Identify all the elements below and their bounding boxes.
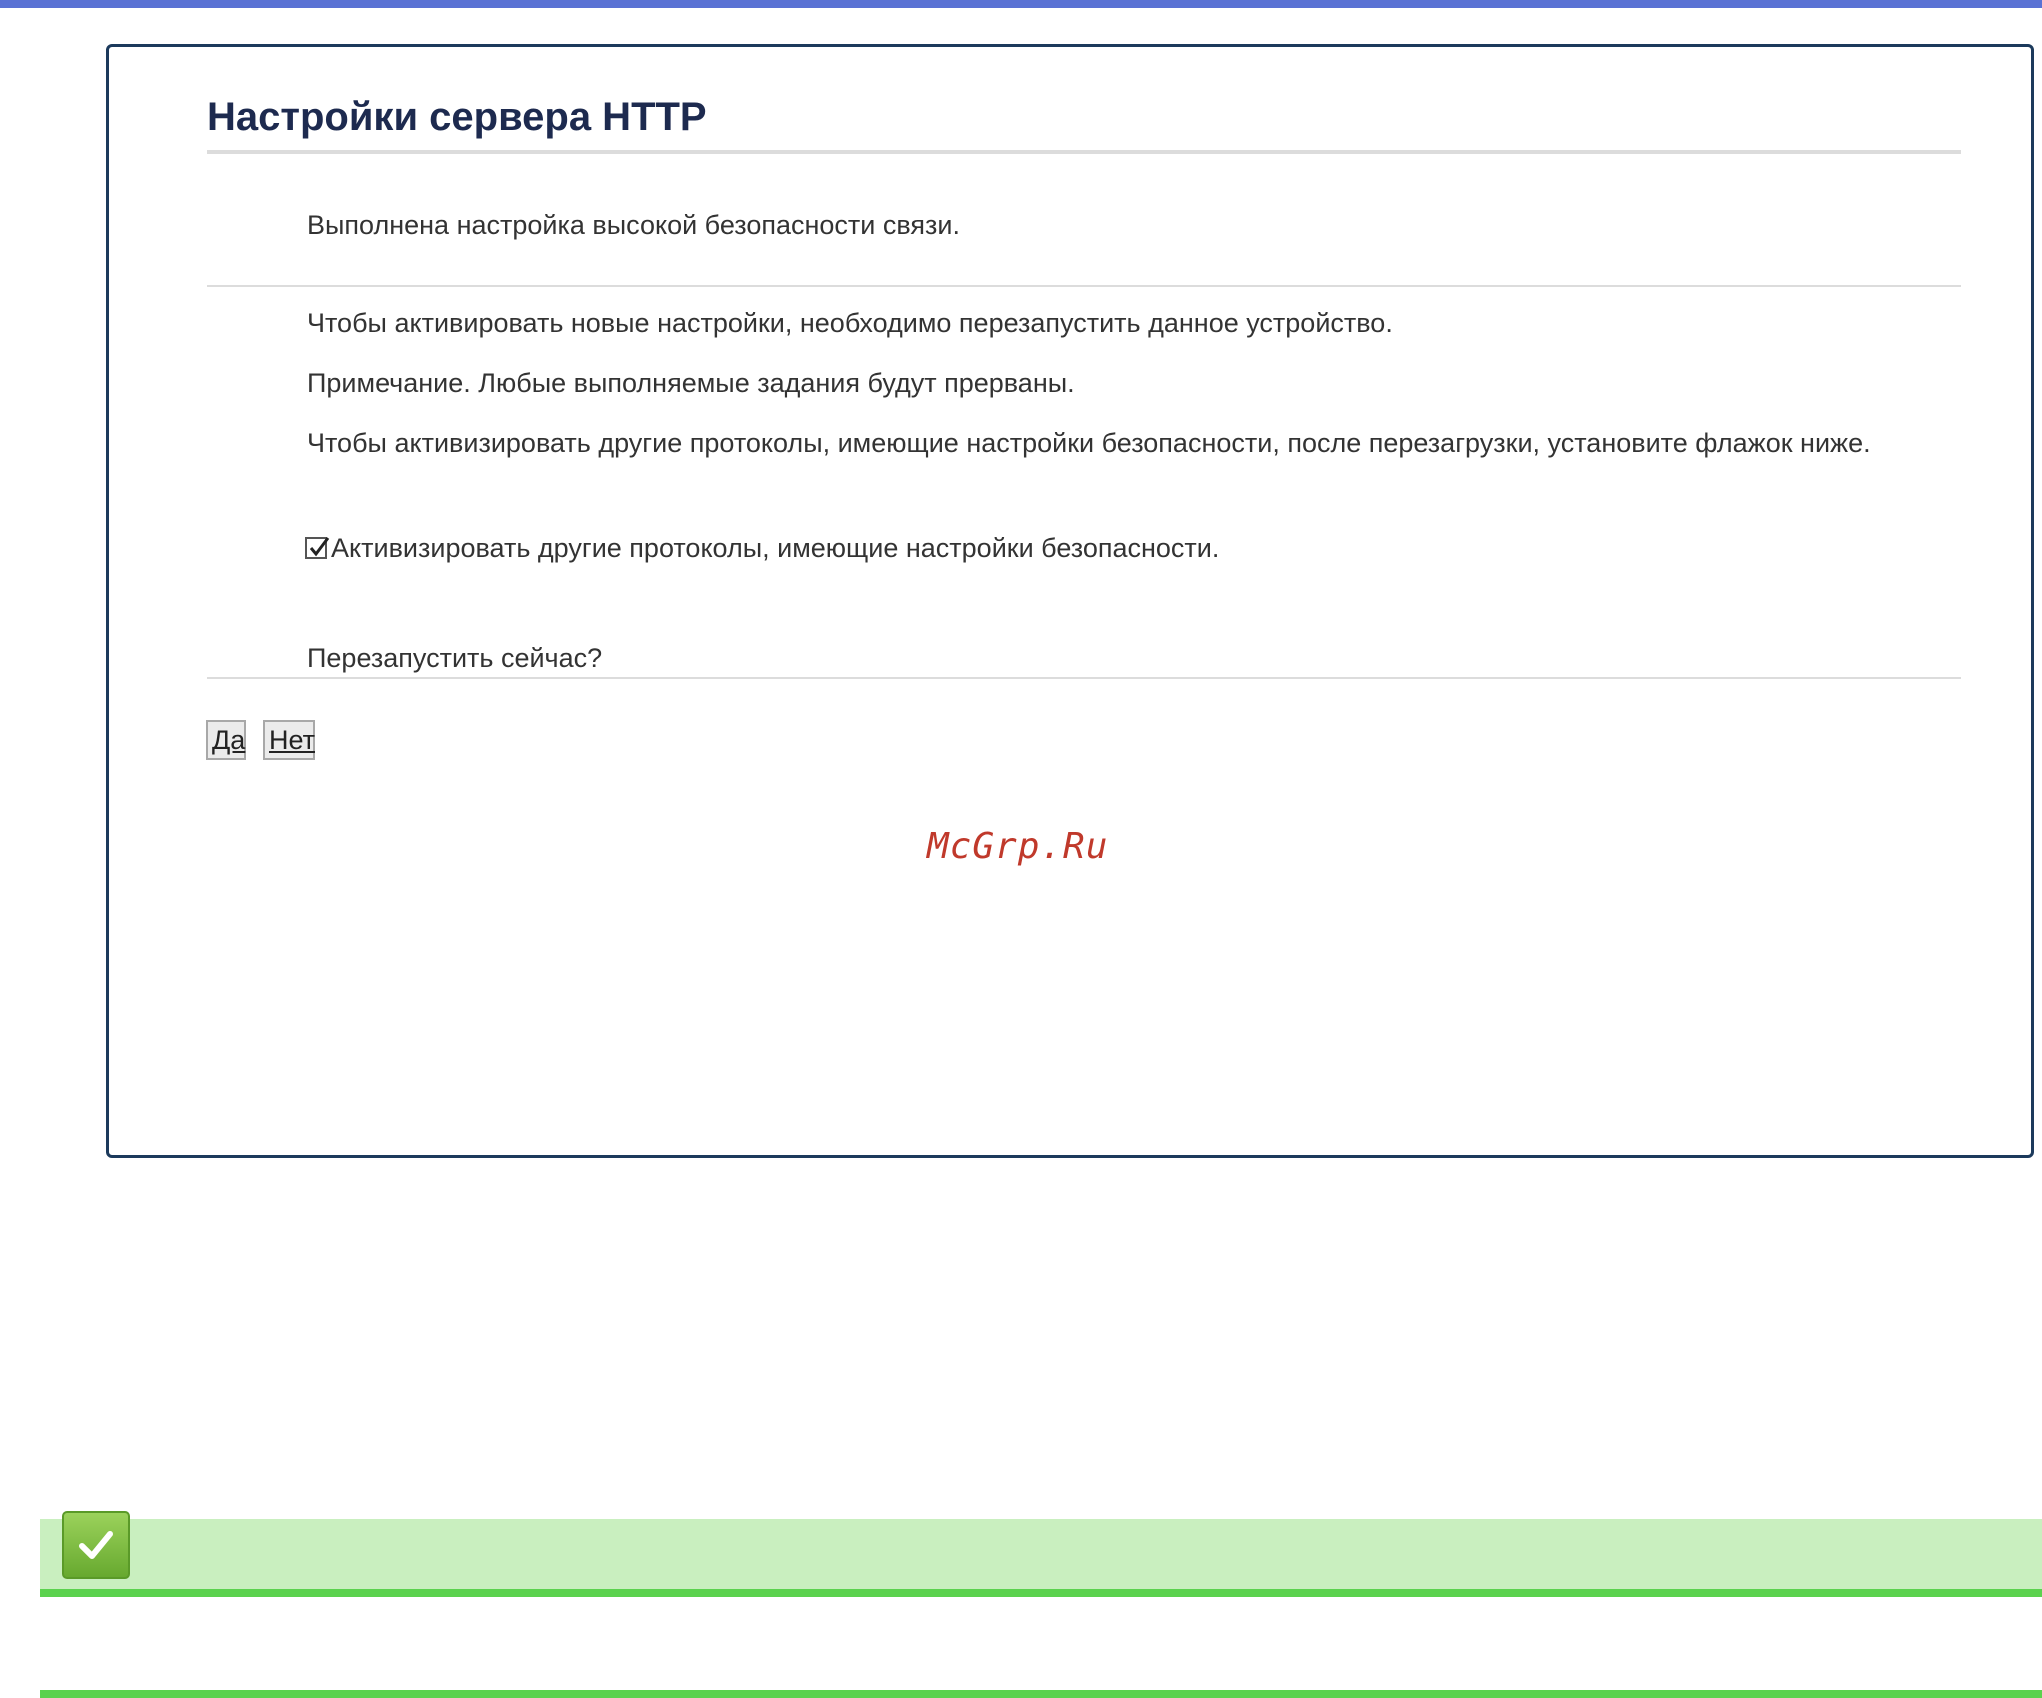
buttons-divider xyxy=(207,677,1961,679)
restart-info-text: Чтобы активировать новые настройки, необ… xyxy=(307,308,1393,338)
enable-secure-protocols-row[interactable]: Активизировать другие протоколы, имеющие… xyxy=(305,528,1219,568)
yes-button[interactable]: Да xyxy=(206,720,246,760)
no-button[interactable]: Нет xyxy=(263,720,315,760)
enable-secure-protocols-checkbox[interactable] xyxy=(305,537,330,559)
http-server-settings-panel: Настройки сервера HTTP Выполнена настрой… xyxy=(106,44,2034,1158)
checkmark-icon xyxy=(79,1531,113,1559)
bottom-divider xyxy=(40,1690,2042,1698)
note-bar xyxy=(40,1511,2042,1597)
watermark: McGrp.Ru xyxy=(927,826,1109,867)
restart-question: Перезапустить сейчас? xyxy=(307,643,603,673)
protocols-hint-text: Чтобы активизировать другие протоколы, и… xyxy=(307,428,1871,458)
page-title: Настройки сервера HTTP xyxy=(207,95,707,139)
enable-secure-protocols-label[interactable]: Активизировать другие протоколы, имеющие… xyxy=(331,528,1219,568)
top-accent-bar xyxy=(0,0,2042,8)
checkmark-icon xyxy=(309,537,330,557)
note-text: Примечание. Любые выполняемые задания бу… xyxy=(307,368,1075,398)
check-note-icon xyxy=(62,1511,130,1579)
title-divider xyxy=(207,150,1961,154)
section-divider xyxy=(207,285,1961,287)
status-message: Выполнена настройка высокой безопасности… xyxy=(307,210,960,240)
